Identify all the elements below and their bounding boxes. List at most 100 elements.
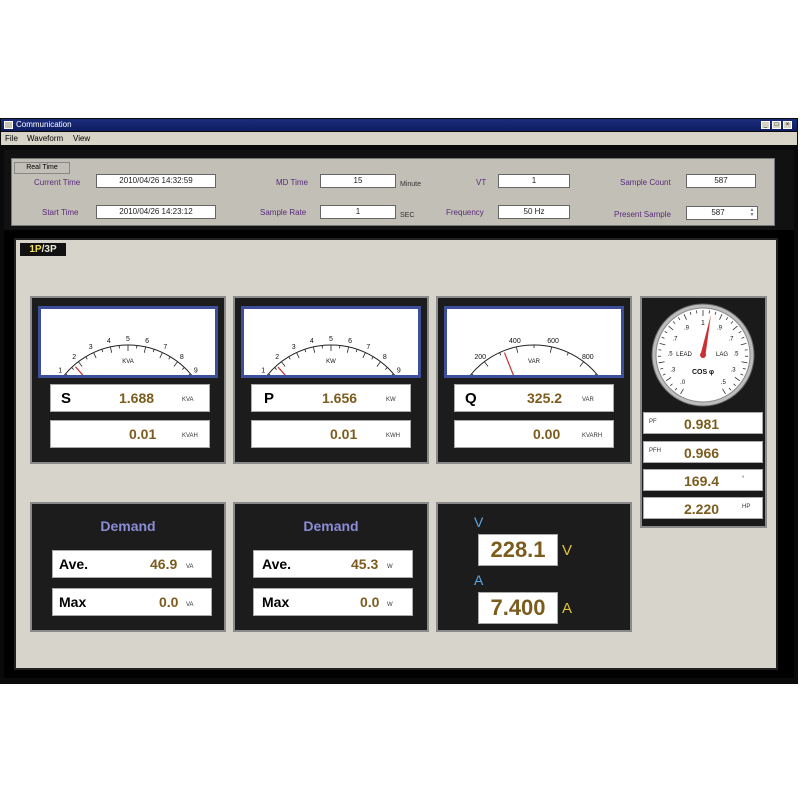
var-gauge-dial: 02004006008001000VAR: [453, 338, 620, 392]
scale-tick: [173, 361, 178, 367]
sample-count-field[interactable]: 587: [686, 174, 756, 188]
voltage-value: 228.1: [478, 534, 558, 566]
menu-file[interactable]: File: [5, 132, 18, 145]
scale-label: 1: [58, 367, 62, 374]
var-readout: Q 325.2 VAR: [454, 384, 614, 412]
present-sample-stepper[interactable]: 587 ▲ ▼: [686, 206, 758, 220]
scale-label: 2: [275, 354, 279, 361]
current-time-label: Current Time: [34, 178, 81, 187]
scale-tick: [304, 349, 307, 353]
meter-needle: [74, 366, 101, 396]
close-button[interactable]: ×: [783, 121, 792, 129]
kva-gauge-dial: 012345678910KVA: [47, 336, 211, 396]
pf-label: PF: [649, 419, 657, 425]
current-label: A: [474, 572, 484, 588]
menu-view[interactable]: View: [73, 132, 90, 145]
sample-rate-field[interactable]: 1: [320, 205, 396, 219]
scale-label: 5: [329, 336, 333, 343]
scale-tick: [313, 346, 316, 353]
demand-w-panel: Demand Ave. 45.3 W Max 0.0 W: [233, 502, 429, 632]
current-value: 7.400: [478, 592, 558, 624]
max-label: Max: [262, 594, 290, 610]
kva-readout: S 1.688 KVA: [50, 384, 210, 412]
gauge-cos-label: COS φ: [692, 369, 714, 376]
reactive-power-panel: 02004006008001000VAR Q 325.2 VAR 0.00 KV…: [436, 296, 632, 464]
scale-tick: [101, 349, 104, 353]
demand-va-max-value: 0.0: [159, 594, 179, 610]
scale-tick: [78, 361, 83, 367]
maximize-button[interactable]: □: [772, 121, 781, 129]
vt-label: VT: [476, 178, 487, 187]
md-time-unit: Minute: [400, 181, 422, 188]
tab-real-time[interactable]: Real Time: [14, 162, 70, 174]
scale-tick: [384, 367, 388, 370]
kwh-unit: KWH: [386, 433, 400, 439]
start-time-field[interactable]: 2010/04/26 14:23:12: [96, 205, 216, 219]
gauge-hub: [700, 352, 706, 358]
sample-rate-unit: SEC: [400, 212, 415, 219]
hp-row: 2.220 HP: [643, 497, 763, 519]
voltage-current-panel: V 228.1 V A 7.400 A: [436, 502, 632, 632]
present-sample-value: 587: [711, 208, 725, 217]
tab-3p[interactable]: 3P: [44, 244, 56, 255]
scale-label: 600: [547, 338, 559, 345]
frequency-field[interactable]: 50 Hz: [498, 205, 570, 219]
window-title: Communication: [16, 120, 72, 129]
scale-tick: [579, 361, 584, 367]
scale-tick: [566, 352, 569, 356]
gauge-label-top: 1: [701, 320, 705, 327]
meter-needle: [277, 366, 304, 396]
scale-label: 6: [145, 338, 149, 345]
scale-label: 9: [194, 367, 198, 374]
scale-label: 8: [180, 354, 184, 361]
present-sample-label: Present Sample: [614, 210, 671, 219]
kwh-value: 0.01: [330, 426, 358, 442]
kvarh-unit: KVARH: [582, 433, 603, 439]
gauge-label-lag: .5: [721, 380, 727, 386]
minimize-button[interactable]: _: [761, 121, 770, 129]
hp-unit: HP: [742, 504, 751, 510]
tab-1p[interactable]: 1P: [29, 244, 41, 255]
scale-label: 2: [72, 354, 76, 361]
gauge-label-lead: .7: [673, 337, 679, 343]
scale-label: 3: [89, 344, 93, 351]
scale-label: 4: [310, 338, 314, 345]
phase-tab[interactable]: 1P/3P: [20, 243, 66, 256]
scale-tick: [296, 352, 300, 359]
spin-arrows-icon[interactable]: ▲ ▼: [748, 208, 756, 218]
var-value: 325.2: [527, 390, 563, 406]
scale-tick: [65, 373, 71, 379]
scale-tick: [71, 367, 75, 370]
gauge-label-lag: .9: [717, 325, 723, 331]
menu-waveform[interactable]: Waveform: [27, 132, 63, 145]
frequency-label: Frequency: [446, 208, 484, 217]
hp-value: 2.220: [684, 501, 720, 517]
current-unit: A: [562, 600, 573, 617]
scale-label: 200: [474, 354, 486, 361]
kvah-readout: 0.01 KVAH: [50, 420, 210, 448]
gauge-label-lag: .3: [731, 367, 737, 373]
demand-w-title: Demand: [303, 518, 359, 534]
md-time-field[interactable]: 15: [320, 174, 396, 188]
scale-tick: [593, 373, 597, 377]
scale-tick: [346, 346, 349, 353]
scale-tick: [93, 352, 97, 359]
vt-field[interactable]: 1: [498, 174, 570, 188]
demand-va-ave-row: Ave. 46.9 VA: [52, 550, 212, 578]
scale-label: 5: [126, 336, 130, 343]
scale-tick: [281, 361, 286, 367]
kva-meter: 012345678910KVA: [38, 306, 218, 396]
scale-tick: [355, 349, 358, 353]
scale-label: 3: [292, 344, 296, 351]
scale-label: 7: [163, 344, 167, 351]
demand-va-panel: Demand Ave. 46.9 VA Max 0.0 VA: [30, 502, 226, 632]
scale-label: 8: [383, 354, 387, 361]
current-time-field[interactable]: 2010/04/26 14:32:59: [96, 174, 216, 188]
gauge-label-lag: .5: [733, 352, 739, 358]
start-time-label: Start Time: [42, 208, 79, 217]
kvarh-value: 0.00: [533, 426, 561, 442]
title-bar[interactable]: Communication _ □ ×: [1, 119, 797, 131]
demand-w-max-row: Max 0.0 W: [253, 588, 413, 616]
meter-needle: [503, 352, 520, 389]
active-power-panel: 012345678910KW P 1.656 KW 0.01 KWH: [233, 296, 429, 464]
